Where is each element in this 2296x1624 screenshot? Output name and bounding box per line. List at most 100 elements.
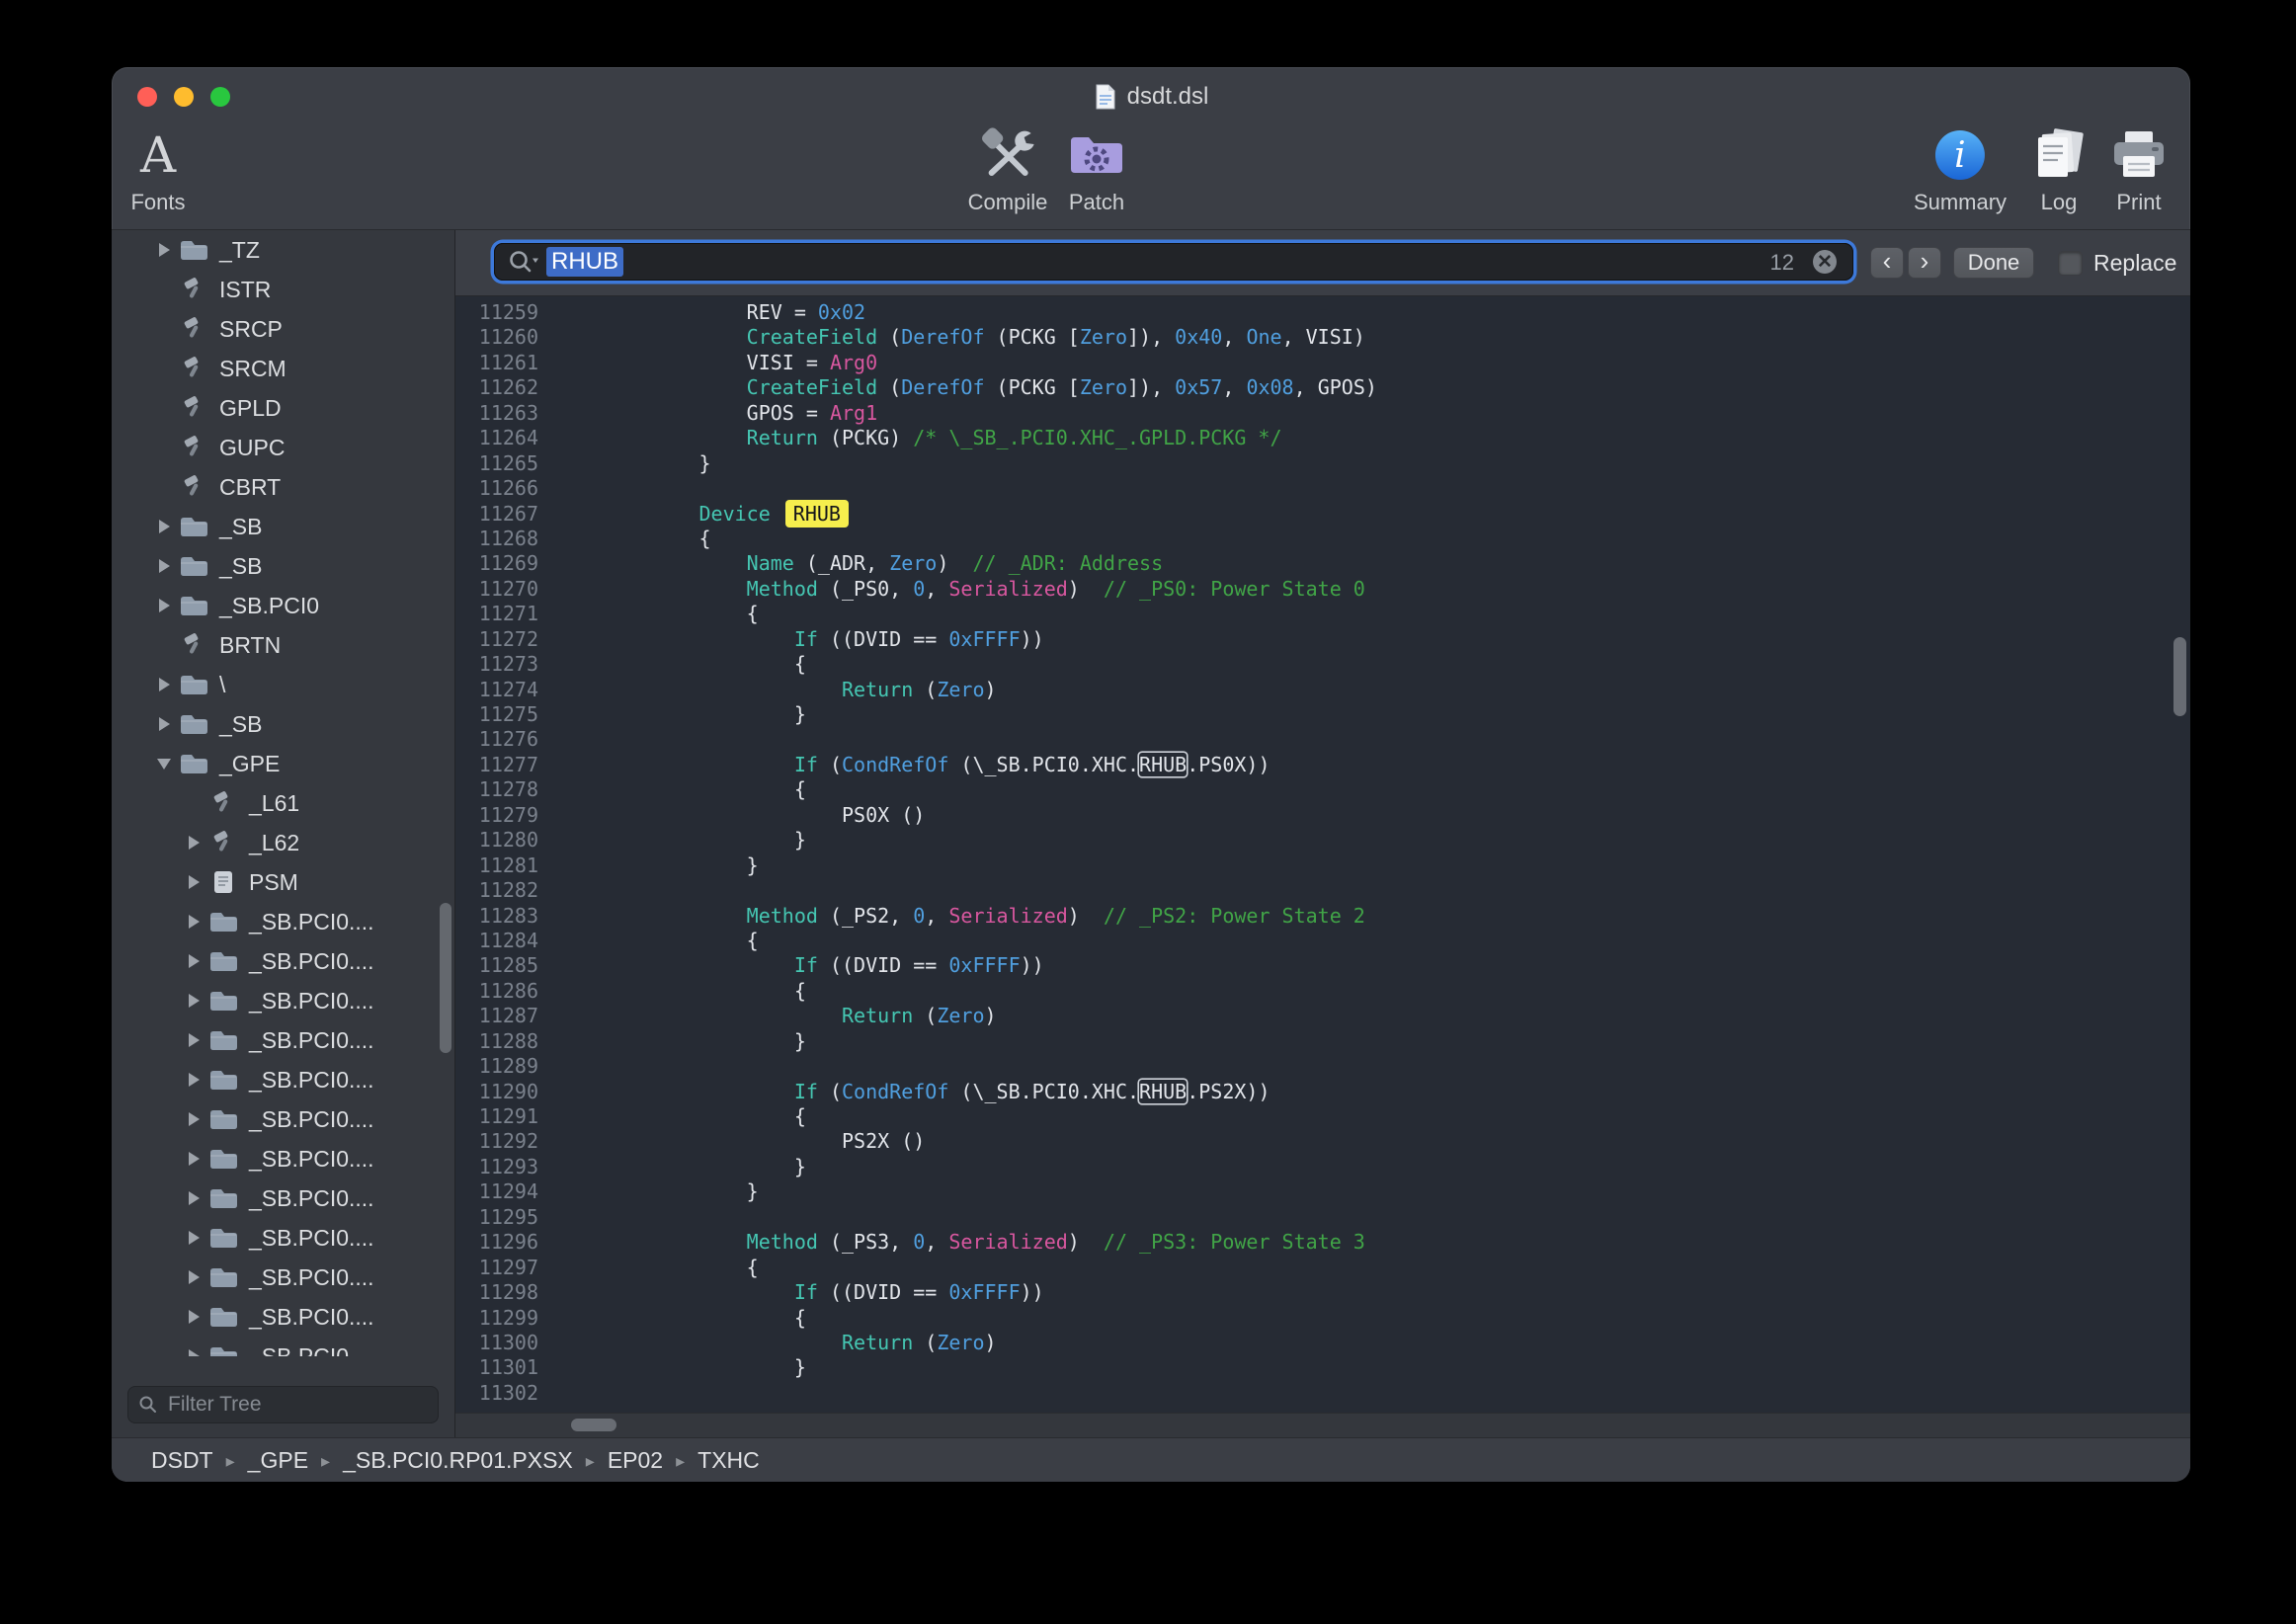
disclosure-triangle-icon[interactable] <box>157 759 171 770</box>
disclosure-triangle-icon[interactable] <box>159 599 170 612</box>
disclosure-triangle-icon[interactable] <box>189 1152 200 1166</box>
breadcrumb-item[interactable]: _SB.PCI0.RP01.PXSX <box>343 1447 573 1474</box>
breadcrumb-item[interactable]: _GPE <box>248 1447 308 1474</box>
disclosure-triangle-icon[interactable] <box>159 678 170 691</box>
tree-item-sbpci0[interactable]: _SB.PCI0.... <box>112 1099 454 1139</box>
disclosure-triangle-icon[interactable] <box>159 520 170 533</box>
summary-button[interactable]: i Summary <box>1914 122 2007 215</box>
disclosure-triangle-icon[interactable] <box>189 1112 200 1126</box>
done-button[interactable]: Done <box>1953 247 2034 279</box>
replace-checkbox[interactable] <box>2058 251 2083 276</box>
log-button[interactable]: Log <box>2031 122 2087 215</box>
tree-item-gpe[interactable]: _GPE <box>112 744 454 783</box>
tree-item-sbpci0[interactable]: _SB.PCI0.... <box>112 1060 454 1099</box>
tree-item-cbrt[interactable]: CBRT <box>112 467 454 507</box>
line-number: 11271 <box>455 602 538 626</box>
fonts-button[interactable]: A Fonts <box>130 122 185 215</box>
disclosure-triangle-icon[interactable] <box>189 994 200 1008</box>
disclosure-triangle-icon[interactable] <box>189 954 200 968</box>
line-number: 11266 <box>455 476 538 501</box>
minimize-button[interactable] <box>174 87 194 107</box>
code-text: CreateField (DerefOf (PCKG [Zero]), 0x40… <box>556 325 1365 350</box>
code-text: Return (Zero) <box>556 678 997 702</box>
code-line: 11294 } <box>455 1179 2190 1204</box>
breadcrumb-item[interactable]: DSDT <box>151 1447 213 1474</box>
breadcrumb-item[interactable]: EP02 <box>608 1447 663 1474</box>
find-search-field[interactable]: RHUB 12 ✕ <box>494 243 1853 281</box>
titlebar[interactable]: dsdt.dsl <box>112 67 2190 119</box>
disclosure-triangle-icon[interactable] <box>189 1310 200 1324</box>
tree-item-brtn[interactable]: BRTN <box>112 625 454 665</box>
filter-field[interactable] <box>127 1386 439 1423</box>
line-number: 11280 <box>455 828 538 853</box>
close-button[interactable] <box>137 87 157 107</box>
method-icon <box>206 831 240 854</box>
disclosure-triangle-icon[interactable] <box>189 1191 200 1205</box>
code-text: { <box>556 929 759 953</box>
filter-input[interactable] <box>166 1392 438 1418</box>
editor-horizontal-scrollbar-thumb[interactable] <box>571 1419 616 1431</box>
tree-item-sb[interactable]: _SB <box>112 704 454 744</box>
disclosure-triangle-icon[interactable] <box>189 1073 200 1087</box>
zoom-button[interactable] <box>210 87 230 107</box>
tree-item-sbpci0[interactable]: _SB.PCI0.... <box>112 1337 454 1356</box>
disclosure-triangle-icon[interactable] <box>189 875 200 889</box>
line-number: 11291 <box>455 1104 538 1129</box>
code-text: { <box>556 652 806 677</box>
breadcrumb-separator-icon: ▸ <box>321 1449 330 1472</box>
tree-item-istr[interactable]: ISTR <box>112 270 454 309</box>
tree-item-label: _SB.PCI0.... <box>249 1067 374 1094</box>
disclosure-triangle-icon[interactable] <box>189 915 200 929</box>
tree-item-srcm[interactable]: SRCM <box>112 349 454 388</box>
tree-item-sbpci0[interactable]: _SB.PCI0.... <box>112 981 454 1020</box>
tree-item-sbpci0[interactable]: _SB.PCI0.... <box>112 1020 454 1060</box>
sidebar-scrollbar-thumb[interactable] <box>440 903 451 1053</box>
code-text: PS0X () <box>556 803 925 828</box>
code-line: 11264 Return (PCKG) /* \_SB_.PCI0.XHC_.G… <box>455 426 2190 450</box>
tree-item-sbpci0[interactable]: _SB.PCI0.... <box>112 1139 454 1178</box>
compile-button[interactable]: Compile <box>968 122 1048 215</box>
clear-search-icon[interactable]: ✕ <box>1813 250 1837 274</box>
tree-item-psm[interactable]: PSM <box>112 862 454 902</box>
editor-vertical-scrollbar-thumb[interactable] <box>2173 637 2186 716</box>
disclosure-triangle-icon[interactable] <box>159 559 170 573</box>
search-options-icon[interactable] <box>507 248 540 276</box>
breadcrumb-item[interactable]: TXHC <box>697 1447 760 1474</box>
tree-item-l61[interactable]: _L61 <box>112 783 454 823</box>
disclosure-triangle-icon[interactable] <box>189 1033 200 1047</box>
tree-item-sbpci0[interactable]: _SB.PCI0 <box>112 586 454 625</box>
disclosure-triangle-icon[interactable] <box>189 1231 200 1245</box>
tree-item-sbpci0[interactable]: _SB.PCI0.... <box>112 1178 454 1218</box>
tree-item-tz[interactable]: _TZ <box>112 230 454 270</box>
code-editor[interactable]: 11259 REV = 0x0211260 CreateField (Deref… <box>455 296 2190 1413</box>
tree-item-sb[interactable]: _SB <box>112 507 454 546</box>
printer-icon <box>2110 122 2168 188</box>
line-number: 11290 <box>455 1080 538 1104</box>
disclosure-triangle-icon[interactable] <box>189 1270 200 1284</box>
tree-item-sbpci0[interactable]: _SB.PCI0.... <box>112 1258 454 1297</box>
disclosure-triangle-icon[interactable] <box>159 717 170 731</box>
tree-item-l62[interactable]: _L62 <box>112 823 454 862</box>
tree-item-sbpci0[interactable]: _SB.PCI0.... <box>112 1218 454 1258</box>
print-button[interactable]: Print <box>2110 122 2168 215</box>
tree-item-srcp[interactable]: SRCP <box>112 309 454 349</box>
find-next-button[interactable]: › <box>1908 247 1941 279</box>
editor-horizontal-scrollbar[interactable] <box>455 1413 2190 1437</box>
tree-item-sb[interactable]: _SB <box>112 546 454 586</box>
patch-button[interactable]: Patch <box>1067 122 1126 215</box>
tree-item-gpld[interactable]: GPLD <box>112 388 454 428</box>
disclosure-triangle-icon[interactable] <box>159 243 170 257</box>
code-text: VISI = Arg0 <box>556 351 877 375</box>
code-text: CreateField (DerefOf (PCKG [Zero]), 0x57… <box>556 375 1377 400</box>
sidebar-tree[interactable]: _TZISTRSRCPSRCMGPLDGUPCCBRT_SB_SB_SB.PCI… <box>112 230 454 1356</box>
disclosure-triangle-icon[interactable] <box>189 1349 200 1356</box>
find-previous-button[interactable]: ‹ <box>1870 247 1904 279</box>
tree-item-label: _SB.PCI0.... <box>249 1264 374 1291</box>
folder-icon <box>177 594 210 617</box>
tree-item-sbpci0[interactable]: _SB.PCI0.... <box>112 902 454 941</box>
tree-item-sbpci0[interactable]: _SB.PCI0.... <box>112 941 454 981</box>
tree-item-[interactable]: \ <box>112 665 454 704</box>
tree-item-gupc[interactable]: GUPC <box>112 428 454 467</box>
tree-item-sbpci0[interactable]: _SB.PCI0.... <box>112 1297 454 1337</box>
disclosure-triangle-icon[interactable] <box>189 836 200 850</box>
